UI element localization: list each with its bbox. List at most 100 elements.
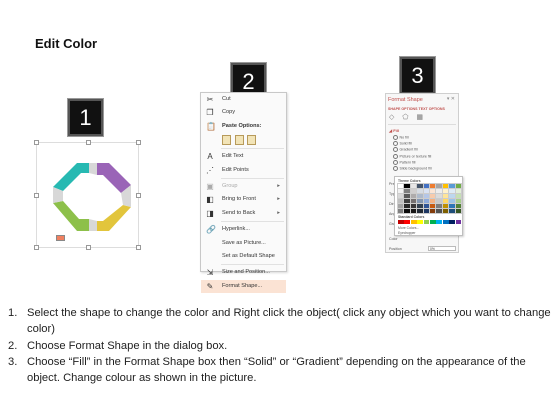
color-swatch[interactable] xyxy=(428,192,437,200)
color-swatch[interactable] xyxy=(435,187,444,195)
fill-option-radio[interactable]: Gradient fill xyxy=(393,147,418,152)
color-swatch[interactable] xyxy=(409,202,418,210)
color-swatch[interactable] xyxy=(454,192,463,200)
color-swatch[interactable] xyxy=(441,187,450,195)
color-swatch[interactable] xyxy=(416,192,424,200)
color-swatch[interactable] xyxy=(409,207,418,215)
paste-picture-icon[interactable] xyxy=(234,135,244,146)
color-swatch[interactable] xyxy=(416,202,424,210)
color-swatch[interactable] xyxy=(403,192,412,200)
color-swatch[interactable] xyxy=(435,202,444,210)
purple-segment[interactable] xyxy=(97,163,131,193)
menu-item-save-as-picture[interactable]: Save as Picture... xyxy=(201,237,286,250)
fill-section-header[interactable]: ◢ Fill xyxy=(389,128,399,133)
yellow-segment[interactable] xyxy=(97,205,131,231)
color-swatch[interactable] xyxy=(435,207,444,215)
color-swatch[interactable] xyxy=(409,187,418,195)
color-swatch[interactable] xyxy=(398,220,404,225)
color-swatch[interactable] xyxy=(397,187,405,195)
color-swatch[interactable] xyxy=(417,220,423,225)
color-swatch[interactable] xyxy=(455,220,462,225)
fold-segment[interactable] xyxy=(89,163,97,175)
color-swatch[interactable] xyxy=(449,220,455,225)
color-picker-button[interactable] xyxy=(56,235,65,241)
color-swatch[interactable] xyxy=(428,182,437,190)
menu-item-edit-text[interactable]: A Edit Text xyxy=(201,150,286,163)
color-swatch[interactable] xyxy=(441,197,450,205)
color-swatch[interactable] xyxy=(422,202,431,210)
color-swatch[interactable] xyxy=(409,197,418,205)
menu-item-edit-points[interactable]: ⋰ Edit Points xyxy=(201,164,286,177)
color-swatch[interactable] xyxy=(441,202,450,210)
color-swatch[interactable] xyxy=(428,202,437,210)
pane-close-icon[interactable]: ▾ ✕ xyxy=(447,96,455,102)
color-swatch[interactable] xyxy=(441,182,450,190)
color-swatch[interactable] xyxy=(409,182,418,190)
color-swatch[interactable] xyxy=(442,220,449,225)
color-swatch[interactable] xyxy=(416,197,424,205)
paste-text-only-icon[interactable] xyxy=(247,135,257,146)
position-field[interactable]: 0% xyxy=(428,246,456,251)
color-swatch[interactable] xyxy=(428,207,437,215)
color-swatch[interactable] xyxy=(436,220,443,225)
menu-item-copy[interactable]: ❐ Copy xyxy=(201,106,286,119)
fill-option-radio[interactable]: No fill xyxy=(393,135,409,140)
resize-handle[interactable] xyxy=(34,245,39,250)
fill-option-radio[interactable]: Solid fill xyxy=(393,141,412,146)
eyedropper-option[interactable]: Eyedropper xyxy=(398,231,416,235)
paste-keep-format-icon[interactable] xyxy=(222,135,231,146)
menu-item-hyperlink[interactable]: 🔗 Hyperlink... xyxy=(201,223,286,236)
menu-item-send-to-back[interactable]: ◨ Send to Back ▸ xyxy=(201,207,286,220)
menu-item-format-shape[interactable]: ✎ Format Shape... xyxy=(201,279,286,294)
resize-handle[interactable] xyxy=(136,193,141,198)
color-swatch[interactable] xyxy=(448,187,456,195)
more-colors-option[interactable]: More Colors... xyxy=(398,226,419,230)
selected-shape-frame[interactable] xyxy=(34,140,141,250)
color-swatch[interactable] xyxy=(448,207,456,215)
color-swatch[interactable] xyxy=(435,182,444,190)
fill-option-radio[interactable]: Pattern fill xyxy=(393,160,416,165)
color-swatch[interactable] xyxy=(403,187,412,195)
resize-handle[interactable] xyxy=(136,245,141,250)
teal-segment[interactable] xyxy=(53,163,89,191)
color-swatch[interactable] xyxy=(416,187,424,195)
color-swatch[interactable] xyxy=(429,220,436,225)
color-swatch[interactable] xyxy=(423,220,430,225)
menu-item-size-and-position[interactable]: ⇲ Size and Position... xyxy=(201,266,286,279)
color-swatch[interactable] xyxy=(441,192,450,200)
color-swatch[interactable] xyxy=(403,207,412,215)
resize-handle[interactable] xyxy=(136,140,141,145)
fold-segment[interactable] xyxy=(89,219,97,231)
resize-handle[interactable] xyxy=(34,140,39,145)
color-swatch[interactable] xyxy=(454,197,463,205)
color-swatch[interactable] xyxy=(422,187,431,195)
color-swatch[interactable] xyxy=(403,197,412,205)
menu-item-set-as-default-shape[interactable]: Set as Default Shape xyxy=(201,250,286,263)
color-swatch[interactable] xyxy=(448,182,456,190)
color-swatch[interactable] xyxy=(397,192,405,200)
color-swatch[interactable] xyxy=(409,192,418,200)
menu-item-bring-to-front[interactable]: ◧ Bring to Front ▸ xyxy=(201,193,286,206)
resize-handle[interactable] xyxy=(34,193,39,198)
color-swatch[interactable] xyxy=(428,197,437,205)
resize-handle[interactable] xyxy=(86,140,91,145)
resize-handle[interactable] xyxy=(86,245,91,250)
fill-line-effects-tabs[interactable]: ◇ ⬠ ▦ xyxy=(389,113,426,121)
octagon-shape[interactable] xyxy=(37,143,140,249)
color-swatch[interactable] xyxy=(441,207,450,215)
color-swatch[interactable] xyxy=(454,182,463,190)
color-swatch[interactable] xyxy=(416,207,424,215)
color-swatch[interactable] xyxy=(422,182,431,190)
color-swatch[interactable] xyxy=(454,187,463,195)
color-swatch[interactable] xyxy=(435,197,444,205)
color-swatch[interactable] xyxy=(397,197,405,205)
menu-item-group[interactable]: ▣ Group ▸ xyxy=(201,180,286,193)
color-swatch[interactable] xyxy=(448,202,456,210)
color-swatch[interactable] xyxy=(422,207,431,215)
color-swatch[interactable] xyxy=(454,207,463,215)
fill-option-radio[interactable]: Picture or texture fill xyxy=(393,154,432,159)
color-swatch[interactable] xyxy=(403,182,412,190)
color-swatch[interactable] xyxy=(403,202,412,210)
menu-item-paste-options[interactable]: 📋 Paste Options: xyxy=(201,120,286,133)
color-swatch[interactable] xyxy=(422,197,431,205)
